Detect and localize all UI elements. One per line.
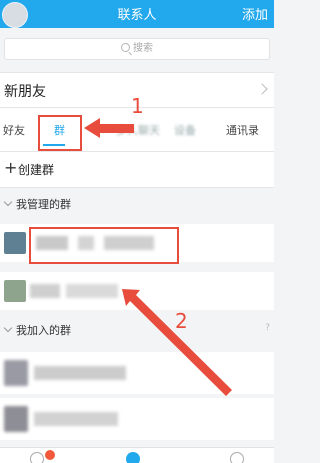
tab-friends[interactable]: 好友	[3, 122, 25, 138]
chevron-right-icon	[256, 83, 268, 95]
annotation-step-1: 1	[131, 94, 144, 118]
group-avatar	[4, 406, 28, 432]
group-avatar	[4, 360, 28, 386]
contacts-icon[interactable]	[126, 452, 140, 463]
redacted-text	[34, 366, 126, 380]
search-area: 搜索	[0, 28, 274, 72]
chevron-down-icon	[3, 197, 13, 207]
list-item[interactable]	[0, 352, 274, 394]
create-group-label: 创建群	[18, 163, 55, 177]
unread-badge	[45, 450, 55, 460]
search-placeholder: 搜索	[133, 43, 153, 54]
search-icon	[121, 43, 130, 52]
search-input[interactable]: 搜索	[4, 38, 270, 60]
annotation-box-tab	[38, 115, 82, 151]
bottom-tab-bar	[0, 447, 274, 463]
group-avatar	[4, 232, 26, 254]
add-button[interactable]: 添加	[242, 4, 268, 23]
section-joined-groups[interactable]: 我加入的群 ?	[0, 314, 274, 346]
section-joined-label: 我加入的群	[16, 324, 71, 337]
group-avatar	[4, 280, 26, 302]
new-friends-label: 新朋友	[4, 84, 46, 100]
section-managed-label: 我管理的群	[16, 198, 71, 211]
star-icon[interactable]	[230, 452, 244, 463]
page-title: 联系人	[117, 8, 157, 23]
section-hint: ?	[265, 323, 270, 333]
annotation-box-row	[29, 227, 179, 264]
message-icon[interactable]	[30, 452, 44, 463]
redacted-text	[66, 284, 118, 298]
redacted-text	[30, 284, 60, 298]
top-bar: 联系人 添加	[0, 0, 274, 28]
list-item[interactable]	[0, 272, 274, 310]
tab-devices[interactable]: 设备	[174, 122, 196, 138]
chevron-down-icon	[3, 323, 13, 333]
section-managed-groups[interactable]: 我管理的群	[0, 188, 274, 220]
plus-icon: +	[4, 158, 18, 177]
annotation-step-2: 2	[175, 309, 188, 333]
tab-multichat[interactable]: 多人聊天	[116, 122, 160, 138]
create-group-row[interactable]: + 创建群	[0, 152, 274, 188]
list-item[interactable]	[0, 398, 274, 440]
tab-address-book[interactable]: 通讯录	[226, 122, 259, 138]
redacted-text	[34, 412, 118, 426]
